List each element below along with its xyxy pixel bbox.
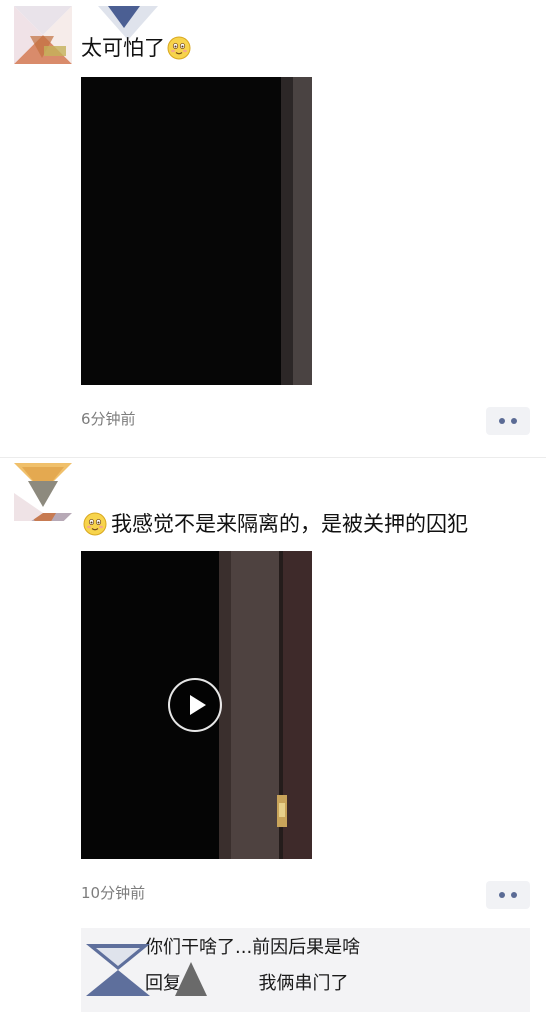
avatar[interactable] (14, 6, 72, 64)
timestamp: 6分钟前 (81, 410, 136, 428)
moments-feed: 太可怕了 6分钟前 我感觉不是来隔离的，是被关押的囚犯 10分钟前 你们干啥了.… (0, 0, 546, 1024)
comment-item[interactable]: 你们干啥了...前因后果是啥 (145, 936, 360, 960)
comment-text: 你们干啥了...前因后果是啥 (145, 937, 361, 958)
post-text-content: 太可怕了 (81, 36, 165, 60)
post-text: 我感觉不是来隔离的，是被关押的囚犯 (83, 510, 468, 538)
play-button[interactable] (168, 678, 222, 732)
post-divider (0, 457, 546, 458)
more-options-button[interactable] (486, 881, 530, 909)
smiling-face-emoji (83, 512, 107, 536)
comment-text: 我俩串门了 (258, 973, 349, 994)
more-options-button[interactable] (486, 407, 530, 435)
smiling-face-emoji (167, 36, 191, 60)
post-photo[interactable] (81, 77, 312, 385)
dot-icon (499, 418, 505, 424)
commenter-avatar[interactable] (86, 944, 150, 996)
play-icon (190, 695, 206, 715)
dot-icon (511, 892, 517, 898)
dot-icon (499, 892, 505, 898)
dot-icon (511, 418, 517, 424)
post-text-content: 我感觉不是来隔离的，是被关押的囚犯 (111, 512, 468, 536)
name-mosaic (175, 958, 207, 996)
timestamp: 10分钟前 (81, 884, 146, 902)
post-text: 太可怕了 (81, 34, 191, 62)
avatar[interactable] (14, 463, 72, 521)
